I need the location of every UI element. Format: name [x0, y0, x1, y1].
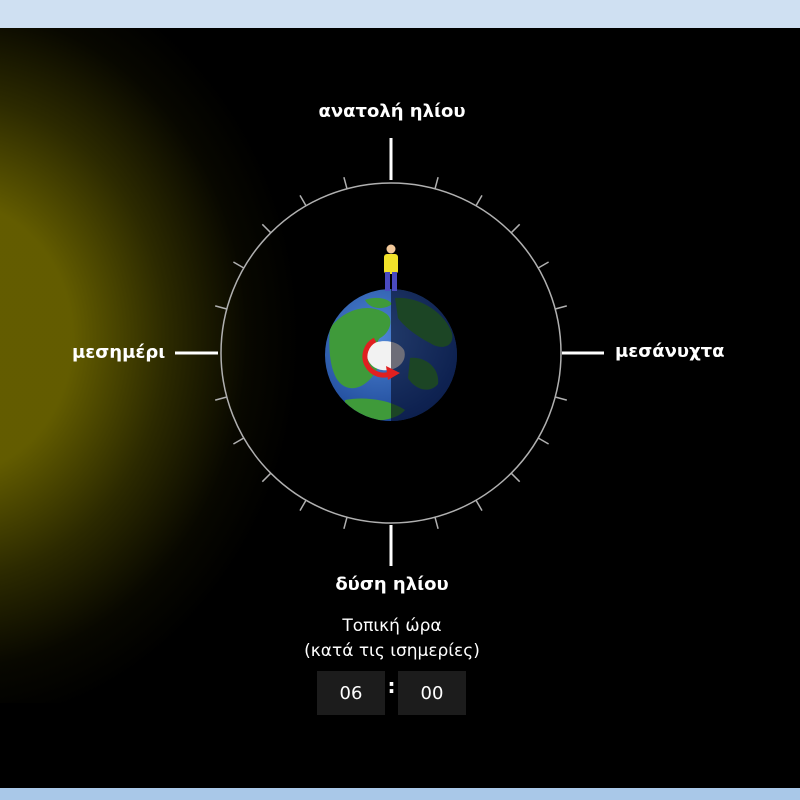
- dial-tick: [555, 396, 567, 401]
- sunrise-label: ανατολή ηλίου: [318, 101, 466, 122]
- hours-input[interactable]: 06: [317, 671, 385, 715]
- dial-tick: [215, 305, 227, 310]
- dial-tick: [299, 499, 307, 511]
- dial-tick: [537, 437, 549, 445]
- dial-tick: [233, 261, 245, 269]
- minutes-input[interactable]: 00: [398, 671, 466, 715]
- dial-tick: [299, 195, 307, 207]
- person-figure-icon: [384, 244, 398, 291]
- dial-tick: [475, 499, 483, 511]
- local-time-caption: Τοπική ώρα (κατά τις ισημερίες): [0, 614, 784, 664]
- sunset-label: δύση ηλίου: [335, 574, 449, 595]
- dial-tick: [233, 437, 245, 445]
- earth-globe-icon: [325, 289, 457, 421]
- simulation-stage: ανατολή ηλίου δύση ηλίου μεσημέρι μεσάνυ…: [0, 28, 800, 788]
- dial-tick: [343, 517, 348, 529]
- dial-tick: [261, 223, 272, 234]
- dial-tick: [215, 396, 227, 401]
- dial-tick: [475, 195, 483, 207]
- dial-tick: [510, 472, 521, 483]
- time-separator: :: [387, 674, 396, 698]
- dial-tick: [510, 223, 521, 234]
- midnight-label: μεσάνυχτα: [615, 341, 725, 362]
- dial-tick: [343, 177, 348, 189]
- dial-tick: [434, 177, 439, 189]
- bottom-bar: [0, 788, 800, 800]
- local-time-title: Τοπική ώρα: [342, 616, 442, 636]
- local-time-subtitle: (κατά τις ισημερίες): [304, 641, 480, 661]
- noon-label: μεσημέρι: [72, 342, 166, 363]
- dial-tick: [555, 305, 567, 310]
- dial-tick: [434, 517, 439, 529]
- dial-tick: [537, 261, 549, 269]
- dial-tick: [261, 472, 272, 483]
